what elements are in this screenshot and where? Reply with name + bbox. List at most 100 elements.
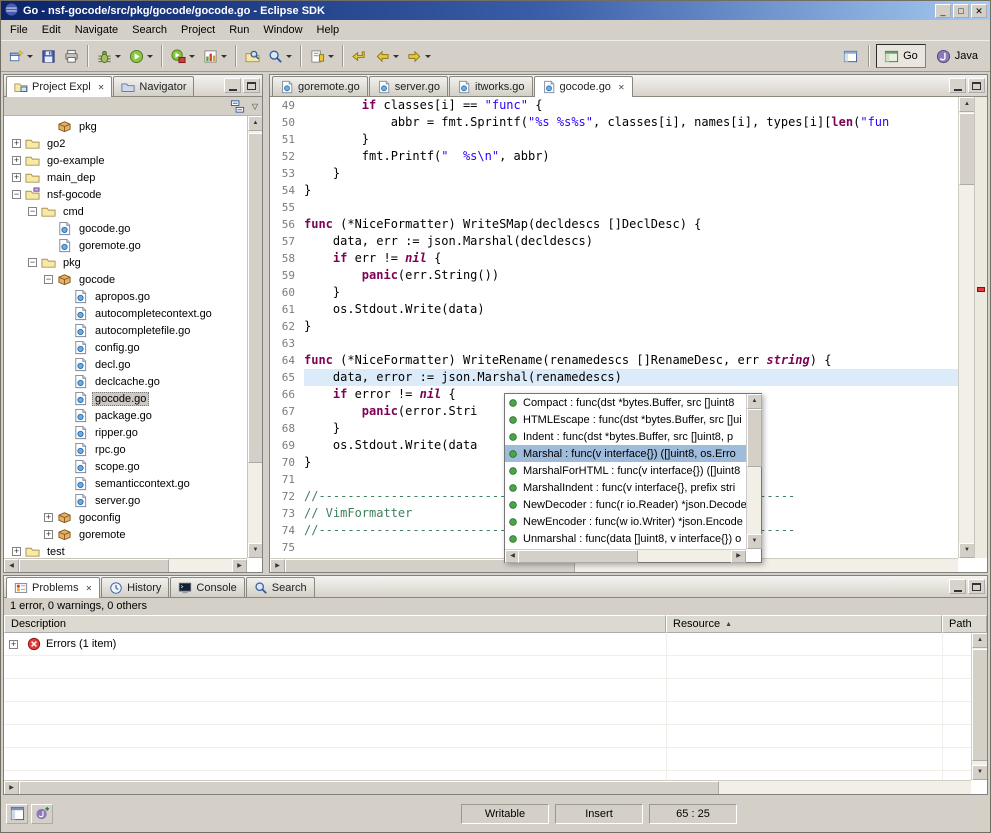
scroll-up-icon[interactable]: ▲	[747, 394, 762, 409]
annotations-button[interactable]	[306, 44, 338, 68]
scroll-left-icon[interactable]: ◀	[4, 559, 19, 572]
close-tab-icon[interactable]: ✕	[98, 83, 105, 92]
code-line-50[interactable]: 50 abbr = fmt.Sprintf("%s %s%s", classes…	[270, 114, 958, 131]
code-line-55[interactable]: 55	[270, 199, 958, 216]
code-line-64[interactable]: 64func (*NiceFormatter) WriteRename(rena…	[270, 352, 958, 369]
code-line-61[interactable]: 61 os.Stdout.Write(data)	[270, 301, 958, 318]
forward-button[interactable]	[403, 44, 435, 68]
close-tab-icon[interactable]: ✕	[85, 584, 92, 593]
minimize-view-button[interactable]	[949, 579, 966, 594]
dropdown-arrow-icon[interactable]	[189, 55, 195, 58]
code-line-49[interactable]: 49 if classes[i] == "func" {	[270, 97, 958, 114]
tree-item-go2[interactable]: +go2	[4, 135, 247, 152]
dropdown-arrow-icon[interactable]	[147, 55, 153, 58]
completion-unmarshal[interactable]: Unmarshal : func(data []uint8, v interfa…	[505, 530, 746, 547]
completion-newdecoder[interactable]: NewDecoder : func(r io.Reader) *json.Dec…	[505, 496, 746, 513]
tab-gocode-go[interactable]: gocode.go✕	[534, 76, 633, 97]
scrollbar-thumb[interactable]	[19, 781, 719, 794]
expander-plus-icon[interactable]: +	[44, 513, 53, 522]
expander-minus-icon[interactable]: −	[12, 190, 21, 199]
coverage-button[interactable]	[199, 44, 231, 68]
menu-help[interactable]: Help	[310, 22, 347, 38]
minimize-view-button[interactable]	[949, 78, 966, 93]
save-button[interactable]	[37, 44, 60, 68]
tree-item-ripper-go[interactable]: ripper.go	[4, 424, 247, 441]
column-header-path[interactable]: Path	[942, 615, 987, 633]
completion-htmlescape[interactable]: HTMLEscape : func(dst *bytes.Buffer, src…	[505, 411, 746, 428]
code-line-65[interactable]: 65 data, error := json.Marshal(renamedes…	[270, 369, 958, 386]
problems-horizontal-scrollbar[interactable]: ◀ ▶	[4, 780, 971, 794]
tree-item-gocode-go[interactable]: gocode.go	[4, 390, 247, 407]
expander-plus-icon[interactable]: +	[12, 139, 21, 148]
debug-button[interactable]	[93, 44, 125, 68]
code-line-52[interactable]: 52 fmt.Printf(" %s\n", abbr)	[270, 148, 958, 165]
tree-item-rpc-go[interactable]: rpc.go	[4, 441, 247, 458]
menu-edit[interactable]: Edit	[35, 22, 68, 38]
expander-minus-icon[interactable]: −	[28, 207, 37, 216]
tree-item-semanticcontext-go[interactable]: semanticcontext.go	[4, 475, 247, 492]
explorer-vertical-scrollbar[interactable]: ▲ ▼	[247, 116, 262, 558]
run-external-tools-button[interactable]	[167, 44, 199, 68]
tree-item-apropos-go[interactable]: apropos.go	[4, 288, 247, 305]
dropdown-arrow-icon[interactable]	[393, 55, 399, 58]
tab-navigator[interactable]: Navigator	[113, 76, 194, 96]
scrollbar-thumb[interactable]	[959, 113, 975, 185]
menu-navigate[interactable]: Navigate	[68, 22, 125, 38]
print-button[interactable]	[60, 44, 83, 68]
code-line-60[interactable]: 60 }	[270, 284, 958, 301]
code-line-57[interactable]: 57 data, err := json.Marshal(decldescs)	[270, 233, 958, 250]
dropdown-arrow-icon[interactable]	[286, 55, 292, 58]
code-line-59[interactable]: 59 panic(err.String())	[270, 267, 958, 284]
expander-minus-icon[interactable]: −	[28, 258, 37, 267]
search-button[interactable]	[264, 44, 296, 68]
dropdown-arrow-icon[interactable]	[221, 55, 227, 58]
menu-window[interactable]: Window	[256, 22, 309, 38]
completion-compact[interactable]: Compact : func(dst *bytes.Buffer, src []…	[505, 394, 746, 411]
column-header-resource[interactable]: Resource▲	[666, 615, 942, 633]
perspective-java-button[interactable]: Java	[928, 44, 986, 68]
error-annotation-mark[interactable]	[977, 287, 985, 292]
code-line-62[interactable]: 62}	[270, 318, 958, 335]
code-line-58[interactable]: 58 if err != nil {	[270, 250, 958, 267]
run-button[interactable]	[125, 44, 157, 68]
completion-indent[interactable]: Indent : func(dst *bytes.Buffer, src []u…	[505, 428, 746, 445]
expander-plus-icon[interactable]: +	[44, 530, 53, 539]
tab-history[interactable]: History	[101, 577, 169, 597]
tree-item-package-go[interactable]: package.go	[4, 407, 247, 424]
problems-vertical-scrollbar[interactable]: ▲ ▼	[971, 633, 987, 780]
scroll-down-icon[interactable]: ▼	[248, 543, 262, 558]
dropdown-arrow-icon[interactable]	[27, 55, 33, 58]
scroll-down-icon[interactable]: ▼	[959, 543, 975, 558]
tree-item-server-go[interactable]: server.go	[4, 492, 247, 509]
menu-file[interactable]: File	[3, 22, 35, 38]
tree-item-nsf-gocode[interactable]: −nsf-gocode	[4, 186, 247, 203]
maximize-view-button[interactable]	[968, 579, 985, 594]
perspective-go-button[interactable]: Go	[876, 44, 926, 68]
collapse-all-button[interactable]	[228, 98, 248, 114]
maximize-window-button[interactable]: □	[953, 4, 969, 18]
completion-marshalindent[interactable]: MarshalIndent : func(v interface{}, pref…	[505, 479, 746, 496]
tab-problems[interactable]: Problems✕	[6, 577, 100, 598]
tree-item-go-example[interactable]: +go-example	[4, 152, 247, 169]
expander-plus-icon[interactable]: +	[12, 173, 21, 182]
scroll-up-icon[interactable]: ▲	[972, 633, 987, 648]
dropdown-arrow-icon[interactable]	[328, 55, 334, 58]
close-tab-icon[interactable]: ✕	[618, 83, 625, 92]
tree-item-pkg[interactable]: −pkg	[4, 254, 247, 271]
last-edit-location-button[interactable]	[348, 44, 371, 68]
new-wizard-button[interactable]	[5, 44, 37, 68]
tab-console[interactable]: Console	[170, 577, 244, 597]
scroll-up-icon[interactable]: ▲	[959, 97, 975, 112]
tree-item-scope-go[interactable]: scope.go	[4, 458, 247, 475]
fast-view-button[interactable]	[6, 804, 28, 824]
dropdown-arrow-icon[interactable]	[115, 55, 121, 58]
tree-item-gocode-go[interactable]: gocode.go	[4, 220, 247, 237]
tree-item-main-dep[interactable]: +main_dep	[4, 169, 247, 186]
scroll-right-icon[interactable]: ▶	[731, 550, 746, 563]
tree-item-config-go[interactable]: config.go	[4, 339, 247, 356]
code-line-56[interactable]: 56func (*NiceFormatter) WriteSMap(declde…	[270, 216, 958, 233]
java-element-button[interactable]	[31, 804, 53, 824]
scrollbar-thumb[interactable]	[747, 409, 762, 467]
expander-minus-icon[interactable]: −	[44, 275, 53, 284]
menu-project[interactable]: Project	[174, 22, 222, 38]
